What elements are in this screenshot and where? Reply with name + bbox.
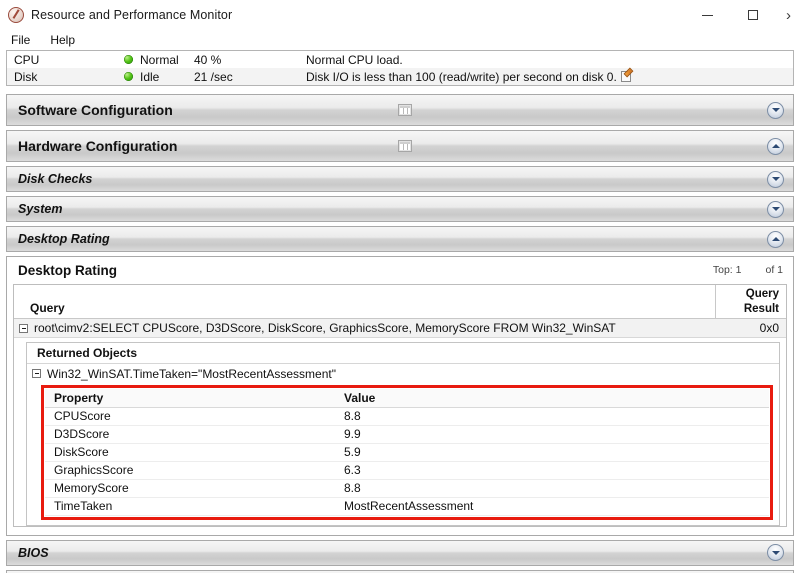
table-row[interactable]: DiskScore 5.9 bbox=[45, 443, 769, 462]
table-row[interactable]: CPU Normal 40 % Normal CPU load. bbox=[7, 51, 793, 68]
status-dot-icon bbox=[124, 55, 133, 64]
edit-pencil-icon[interactable] bbox=[620, 71, 632, 82]
table-row[interactable]: GraphicsScore 6.3 bbox=[45, 461, 769, 480]
tree-collapse-icon[interactable] bbox=[19, 323, 28, 333]
table-grid-icon bbox=[398, 104, 412, 116]
status-row-indicator: Idle bbox=[117, 70, 194, 84]
section-title: BIOS bbox=[18, 545, 49, 560]
status-row-description: Normal CPU load. bbox=[304, 53, 793, 67]
section-title: Disk Checks bbox=[18, 172, 93, 186]
property-value: MostRecentAssessment bbox=[335, 497, 769, 516]
chevron-up-icon[interactable] bbox=[767, 137, 784, 155]
maximize-icon bbox=[748, 10, 758, 20]
menubar: File Help bbox=[0, 30, 800, 50]
query-row-result: 0x0 bbox=[759, 321, 779, 335]
chevron-down-icon[interactable] bbox=[767, 544, 784, 561]
status-row-name: Disk bbox=[14, 69, 38, 84]
property-value: 6.3 bbox=[335, 461, 769, 480]
section-software-configuration[interactable]: Software Configuration bbox=[6, 94, 794, 126]
table-row[interactable]: D3DScore 9.9 bbox=[45, 425, 769, 444]
column-header-query-result-line1: Query bbox=[745, 288, 779, 301]
query-row[interactable]: root\cimv2:SELECT CPUScore, D3DScore, Di… bbox=[14, 319, 786, 338]
chevron-up-icon[interactable] bbox=[767, 230, 784, 248]
property-name: TimeTaken bbox=[45, 497, 335, 516]
query-row-left: root\cimv2:SELECT CPUScore, D3DScore, Di… bbox=[14, 321, 716, 335]
property-name: D3DScore bbox=[45, 425, 335, 444]
status-dot-icon bbox=[124, 72, 133, 81]
section-title: System bbox=[18, 202, 63, 216]
highlight-rectangle: Property Value CPUScore 8.8 D3DScore 9.9 bbox=[41, 385, 773, 520]
table-row[interactable]: Disk Idle 21 /sec Disk I/O is less than … bbox=[7, 68, 793, 85]
tree-collapse-icon[interactable] bbox=[32, 369, 41, 378]
chevron-down-icon[interactable] bbox=[767, 200, 784, 218]
table-row[interactable]: CPUScore 8.8 bbox=[45, 407, 769, 426]
column-header-query-result: Query Result bbox=[716, 285, 786, 318]
section-desktop-rating[interactable]: Desktop Rating bbox=[6, 226, 794, 252]
returned-objects-block: Returned Objects Win32_WinSAT.TimeTaken=… bbox=[26, 342, 780, 526]
top-count-label: Top: 1 bbox=[712, 264, 742, 276]
minimize-icon bbox=[701, 14, 713, 16]
section-hardware-configuration[interactable]: Hardware Configuration bbox=[6, 130, 794, 162]
resource-status-grid: CPU Normal 40 % Normal CPU load. Disk Id… bbox=[6, 50, 794, 86]
status-row-value: 21 /sec bbox=[194, 69, 233, 84]
panel-header: Desktop Rating Top: 1 of 1 bbox=[7, 257, 793, 284]
of-count-label: of 1 bbox=[765, 264, 783, 276]
status-row-description-text: Disk I/O is less than 100 (read/write) p… bbox=[306, 69, 617, 84]
section-bios[interactable]: BIOS bbox=[6, 539, 794, 566]
property-value-table: Property Value CPUScore 8.8 D3DScore 9.9 bbox=[45, 389, 769, 516]
table-row[interactable]: TimeTaken MostRecentAssessment bbox=[45, 497, 769, 516]
status-row-description: Disk I/O is less than 100 (read/write) p… bbox=[304, 70, 793, 84]
window-controls: › bbox=[684, 0, 800, 30]
desktop-rating-panel: Desktop Rating Top: 1 of 1 Query Query R… bbox=[6, 256, 794, 536]
page-title: Desktop Rating bbox=[18, 262, 118, 278]
section-devices[interactable]: Devices bbox=[6, 569, 794, 573]
window-title: Resource and Performance Monitor bbox=[31, 7, 233, 22]
query-table: Query Query Result root\cimv2:SELECT CPU… bbox=[13, 284, 787, 527]
window-titlebar: Resource and Performance Monitor › bbox=[0, 0, 800, 30]
status-row-indicator: Normal bbox=[117, 53, 194, 67]
property-name: DiskScore bbox=[45, 443, 335, 462]
maximize-button[interactable] bbox=[730, 0, 776, 30]
menu-item-help[interactable]: Help bbox=[47, 32, 84, 48]
column-header-query-result-line2: Result bbox=[743, 302, 779, 315]
column-header-property: Property bbox=[45, 389, 335, 408]
chevron-down-icon[interactable] bbox=[767, 170, 784, 188]
table-grid-icon bbox=[398, 140, 412, 152]
section-list: Software Configuration Hardware Configur… bbox=[6, 94, 794, 252]
close-button[interactable]: › bbox=[776, 0, 800, 30]
returned-object-row[interactable]: Win32_WinSAT.TimeTaken="MostRecentAssess… bbox=[27, 364, 779, 383]
property-value: 8.8 bbox=[335, 479, 769, 498]
status-row-value: 40 % bbox=[194, 52, 222, 67]
property-name: GraphicsScore bbox=[45, 461, 335, 480]
column-header-query: Query bbox=[14, 285, 716, 318]
monitor-circle-icon bbox=[8, 6, 24, 23]
property-value: 8.8 bbox=[335, 407, 769, 426]
column-header-value: Value bbox=[335, 389, 769, 408]
section-title: Desktop Rating bbox=[18, 232, 110, 246]
bottom-section-list: BIOS Devices wsxdn.com bbox=[6, 539, 794, 573]
property-name: CPUScore bbox=[45, 407, 335, 426]
query-table-header: Query Query Result bbox=[14, 285, 786, 319]
property-value: 9.9 bbox=[335, 425, 769, 444]
section-disk-checks[interactable]: Disk Checks bbox=[6, 166, 794, 192]
returned-objects-header: Returned Objects bbox=[27, 343, 779, 364]
section-title: Software Configuration bbox=[18, 102, 173, 118]
status-row-state: Normal bbox=[140, 52, 179, 67]
table-header-row: Property Value bbox=[45, 389, 769, 408]
close-icon: › bbox=[786, 6, 791, 24]
status-row-name: CPU bbox=[14, 52, 40, 67]
section-title: Hardware Configuration bbox=[18, 138, 178, 154]
status-row-state: Idle bbox=[140, 69, 160, 84]
minimize-button[interactable] bbox=[684, 0, 730, 30]
status-row-description-text: Normal CPU load. bbox=[306, 52, 403, 67]
property-value: 5.9 bbox=[335, 443, 769, 462]
query-row-text: root\cimv2:SELECT CPUScore, D3DScore, Di… bbox=[34, 321, 616, 335]
returned-object-text: Win32_WinSAT.TimeTaken="MostRecentAssess… bbox=[47, 366, 336, 381]
chevron-down-icon[interactable] bbox=[767, 101, 784, 119]
table-row[interactable]: MemoryScore 8.8 bbox=[45, 479, 769, 498]
menu-item-file[interactable]: File bbox=[8, 32, 39, 48]
property-name: MemoryScore bbox=[45, 479, 335, 498]
section-system[interactable]: System bbox=[6, 196, 794, 222]
